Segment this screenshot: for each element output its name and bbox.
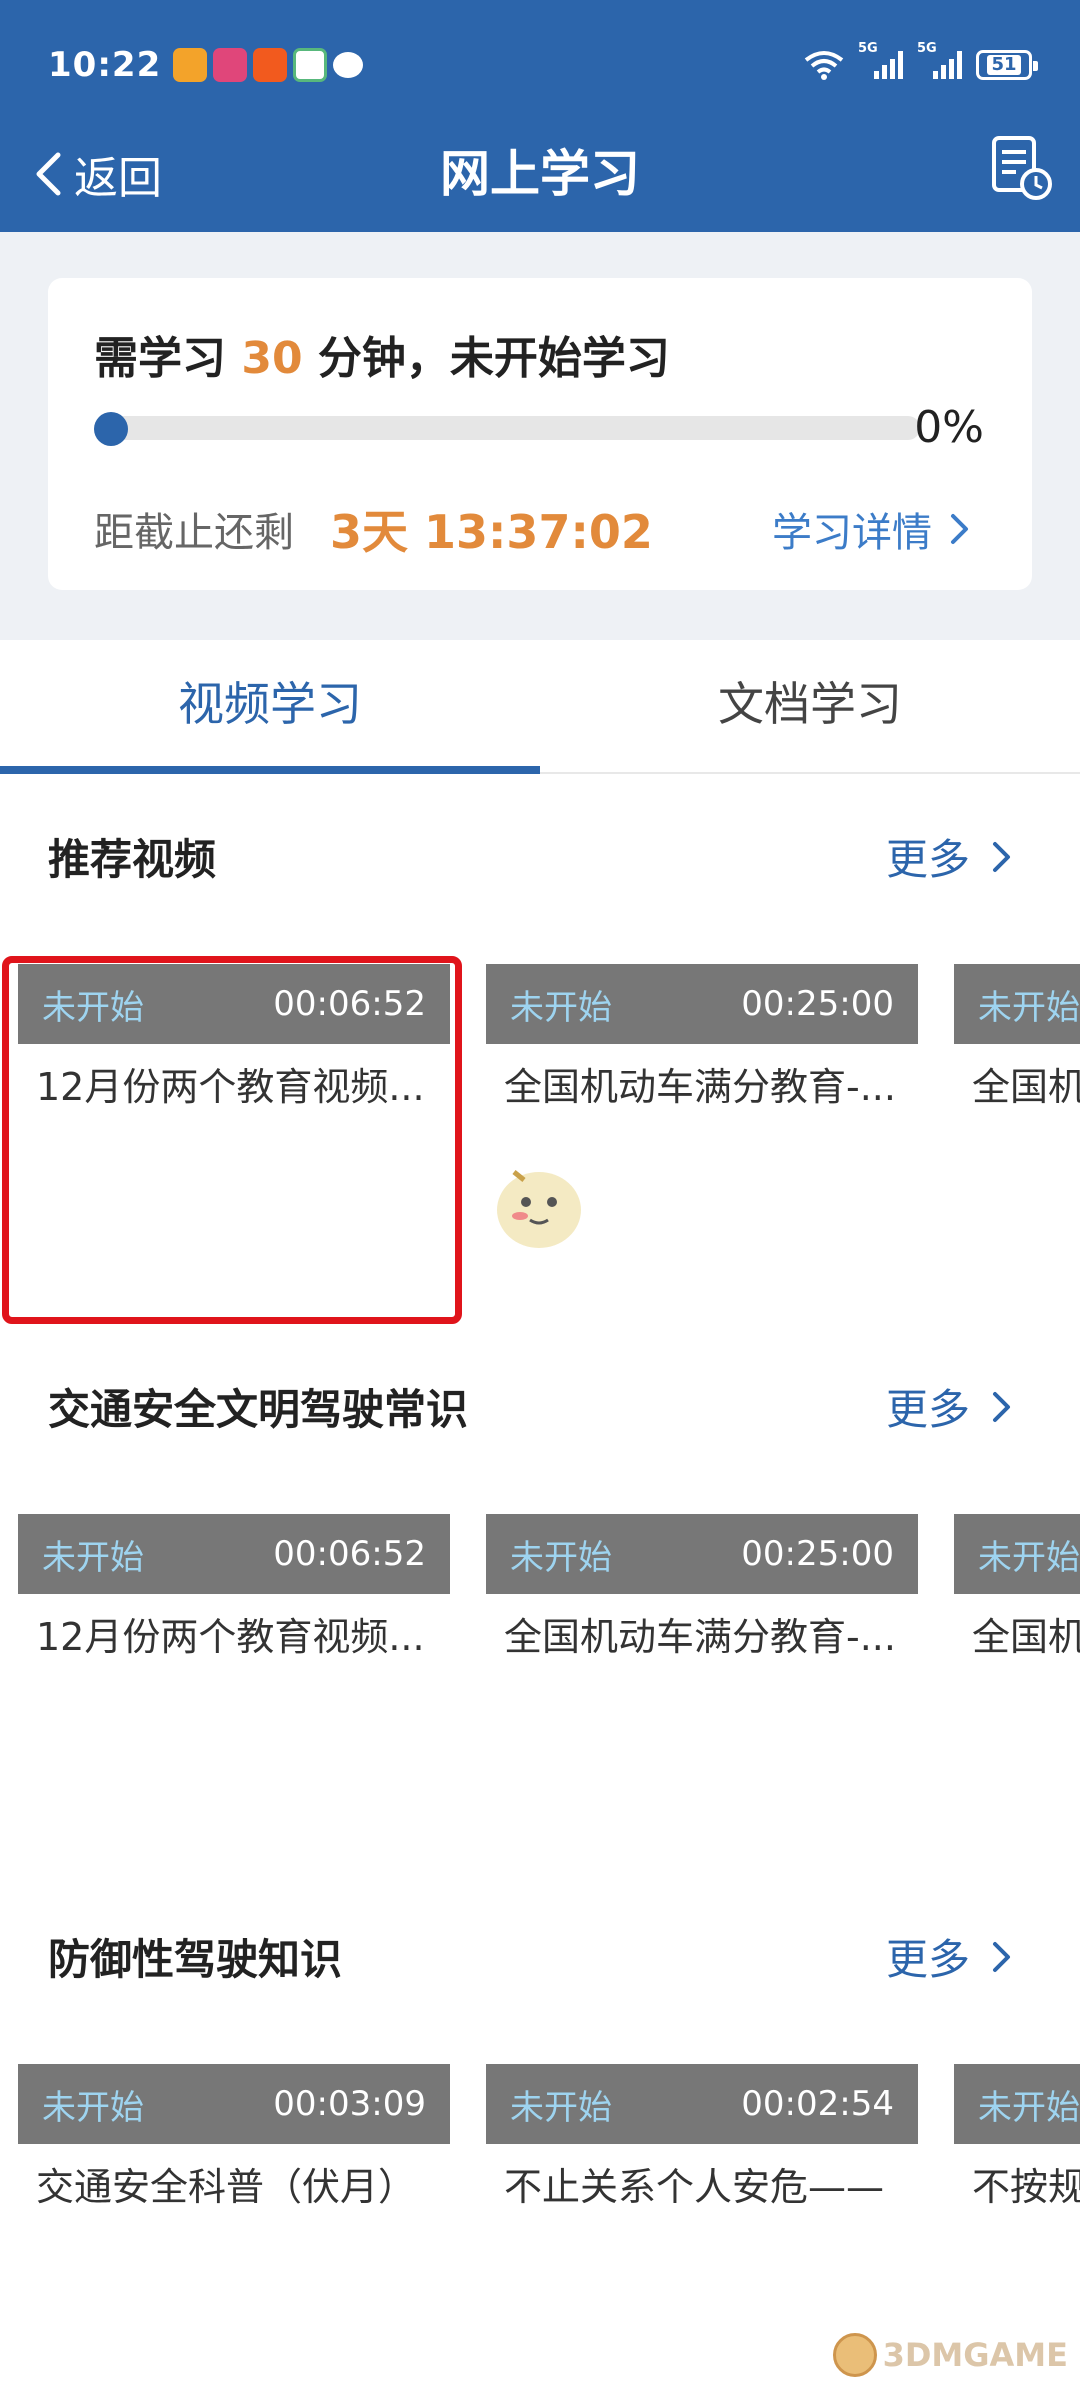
video-title: 全国机 (972, 1065, 1080, 1109)
chevron-right-icon (951, 514, 968, 544)
app-icon-taobao (253, 48, 288, 82)
back-button[interactable]: 返回 (34, 138, 162, 210)
tab-document-study[interactable]: 文档学习 (540, 640, 1080, 772)
video-card[interactable]: 未开始 不按规 (954, 2064, 1080, 2264)
deadline-countdown: 3天 13:37:02 (330, 505, 653, 559)
chevron-left-icon (36, 152, 61, 196)
section-title: 防御性驾驶知识 (48, 1935, 343, 1984)
video-card[interactable]: 未开始 00:02:54 不止关系个人安危—— (486, 2064, 918, 2264)
video-title: 不按规 (972, 2165, 1080, 2209)
video-title: 全国机动车满分教育-... (504, 1065, 896, 1109)
watermark: 3DMGAME (832, 2333, 1068, 2377)
wifi-icon (804, 51, 844, 80)
video-card[interactable]: 未开始 全国机 (954, 964, 1080, 1164)
video-status: 未开始 (510, 2087, 612, 2128)
video-status: 未开始 (978, 1537, 1080, 1578)
battery-level: 51 (987, 55, 1021, 75)
app-icon-orange (173, 48, 208, 82)
mascot-icon (497, 1170, 581, 1248)
video-duration: 00:06:52 (273, 1534, 426, 1574)
watermark-logo-icon (832, 2333, 877, 2377)
study-tabs: 视频学习 文档学习 (0, 640, 1080, 774)
nav-bar: 返回 网上学习 (0, 130, 1080, 232)
video-title: 交通安全科普（伏月） (36, 2165, 417, 2209)
video-title: 12月份两个教育视频... (36, 1615, 425, 1659)
video-duration: 00:02:54 (741, 2084, 894, 2124)
chevron-right-icon (993, 1941, 1010, 1972)
video-title: 全国机 (972, 1615, 1080, 1659)
highlight-annotation-box (2, 956, 462, 1324)
chat-icon (333, 52, 364, 78)
app-header: 10:22 5G 5G 51 返回 网上学习 (0, 0, 1080, 232)
video-card[interactable]: 未开始 00:25:00 全国机动车满分教育-... (486, 1514, 918, 1714)
study-requirement: 需学习 30 分钟，未开始学习 (94, 333, 670, 384)
progress-bar (94, 416, 920, 440)
video-row: 未开始 00:06:52 12月份两个教育视频... 未开始 00:25:00 … (0, 1514, 1080, 1794)
required-minutes: 30 (241, 333, 303, 384)
video-title: 不止关系个人安危—— (504, 2165, 885, 2209)
video-title: 全国机动车满分教育-... (504, 1615, 896, 1659)
chevron-right-icon (993, 841, 1010, 872)
video-card[interactable]: 未开始 00:25:00 全国机动车满分教育-... (486, 964, 918, 1164)
app-icon-green (293, 48, 328, 82)
back-label: 返回 (74, 153, 162, 204)
more-button[interactable]: 更多 (886, 1926, 1012, 1987)
video-status: 未开始 (42, 2087, 144, 2128)
video-duration: 00:25:00 (741, 1534, 894, 1574)
progress-knob (94, 412, 128, 446)
progress-card: 需学习 30 分钟，未开始学习 0% 距截止还剩 3天 13:37:02 学习详… (48, 278, 1032, 590)
video-status: 未开始 (510, 987, 612, 1028)
page-title: 网上学习 (440, 145, 640, 203)
video-status: 未开始 (978, 987, 1080, 1028)
section-title: 交通安全文明驾驶常识 (48, 1385, 469, 1434)
status-bar: 10:22 5G 5G 51 (0, 0, 1080, 130)
video-card[interactable]: 未开始 00:06:52 12月份两个教育视频... (18, 1514, 450, 1714)
section-traffic-safety: 交通安全文明驾驶常识 更多 未开始 00:06:52 12月份两个教育视频...… (0, 1324, 1080, 1874)
study-record-icon[interactable] (990, 134, 1054, 202)
section-defensive-driving: 防御性驾驶知识 更多 未开始 00:03:09 交通安全科普（伏月） 未开始 0… (0, 1874, 1080, 2387)
tab-video-study[interactable]: 视频学习 (0, 640, 540, 774)
study-detail-link[interactable]: 学习详情 (772, 500, 970, 558)
video-duration: 00:03:09 (273, 2084, 426, 2124)
section-title: 推荐视频 (48, 835, 217, 884)
video-card[interactable]: 未开始 全国机 (954, 1514, 1080, 1714)
video-card[interactable]: 未开始 00:03:09 交通安全科普（伏月） (18, 2064, 450, 2264)
progress-percent: 0% (914, 402, 984, 453)
video-row: 未开始 00:03:09 交通安全科普（伏月） 未开始 00:02:54 不止关… (0, 2064, 1080, 2344)
status-right: 5G 5G 51 (804, 41, 1038, 80)
signal-icon-2: 5G (917, 41, 962, 79)
signal-icon-1: 5G (858, 41, 903, 79)
video-status: 未开始 (978, 2087, 1080, 2128)
chevron-right-icon (993, 1391, 1010, 1422)
more-button[interactable]: 更多 (886, 826, 1012, 887)
more-button[interactable]: 更多 (886, 1376, 1012, 1437)
deadline-label: 距截止还剩 (94, 510, 294, 556)
app-icon-pink (213, 48, 248, 82)
video-status: 未开始 (510, 1537, 612, 1578)
notification-icons (173, 48, 364, 82)
status-time: 10:22 (48, 45, 162, 85)
video-duration: 00:25:00 (741, 984, 894, 1024)
video-status: 未开始 (42, 1537, 144, 1578)
battery-icon: 51 (976, 50, 1038, 80)
